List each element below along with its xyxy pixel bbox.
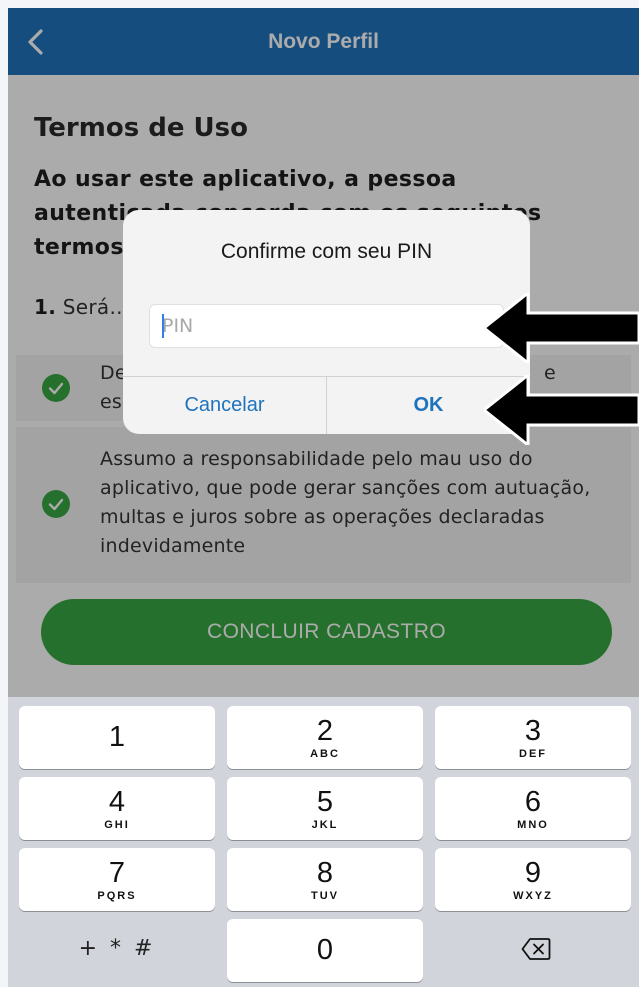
annotation-arrow-icon	[484, 293, 639, 363]
key-7[interactable]: 7 PQRS	[19, 848, 215, 911]
key-digit: 2	[316, 715, 334, 747]
key-letters: ABC	[310, 748, 340, 760]
backspace-icon	[521, 938, 551, 960]
key-3[interactable]: 3 DEF	[435, 706, 631, 769]
key-letters: TUV	[311, 890, 339, 902]
key-letters: JKL	[311, 819, 339, 831]
key-symbols[interactable]: + * #	[19, 919, 215, 982]
numeric-keyboard: 1 2 ABC 3 DEF 4 GHI 5 JKL 6 MNO 7 PQRS 8…	[8, 697, 639, 987]
key-2[interactable]: 2 ABC	[227, 706, 423, 769]
key-digit: 5	[316, 786, 334, 818]
key-8[interactable]: 8 TUV	[227, 848, 423, 911]
pin-placeholder: PIN	[162, 315, 194, 337]
key-0[interactable]: 0	[227, 919, 423, 982]
text-caret	[162, 314, 164, 338]
key-digit: 3	[524, 715, 542, 747]
key-4[interactable]: 4 GHI	[19, 777, 215, 840]
key-digit: 1	[108, 721, 126, 753]
key-letters: PQRS	[97, 890, 137, 902]
key-digit: 9	[524, 857, 542, 889]
key-digit: 8	[316, 857, 334, 889]
key-letters: WXYZ	[513, 890, 553, 902]
key-letters: GHI	[104, 819, 130, 831]
key-5[interactable]: 5 JKL	[227, 777, 423, 840]
key-delete[interactable]	[435, 919, 631, 982]
key-letters: DEF	[519, 748, 547, 760]
annotation-arrow-icon	[484, 375, 639, 445]
key-1[interactable]: 1	[19, 706, 215, 769]
key-9[interactable]: 9 WXYZ	[435, 848, 631, 911]
key-symbols-label: + * #	[78, 936, 156, 961]
cancel-button[interactable]: Cancelar	[123, 376, 326, 434]
pin-confirm-dialog: Confirme com seu PIN PIN Cancelar OK	[123, 210, 530, 434]
app-screen: Novo Perfil Termos de Uso Ao usar este a…	[8, 8, 639, 987]
dialog-title: Confirme com seu PIN	[220, 240, 433, 263]
key-digit: 4	[108, 786, 126, 818]
key-digit: 7	[108, 857, 126, 889]
key-6[interactable]: 6 MNO	[435, 777, 631, 840]
key-letters: MNO	[517, 819, 549, 831]
pin-input[interactable]: PIN	[149, 304, 504, 348]
key-digit: 0	[316, 934, 334, 966]
key-digit: 6	[524, 786, 542, 818]
